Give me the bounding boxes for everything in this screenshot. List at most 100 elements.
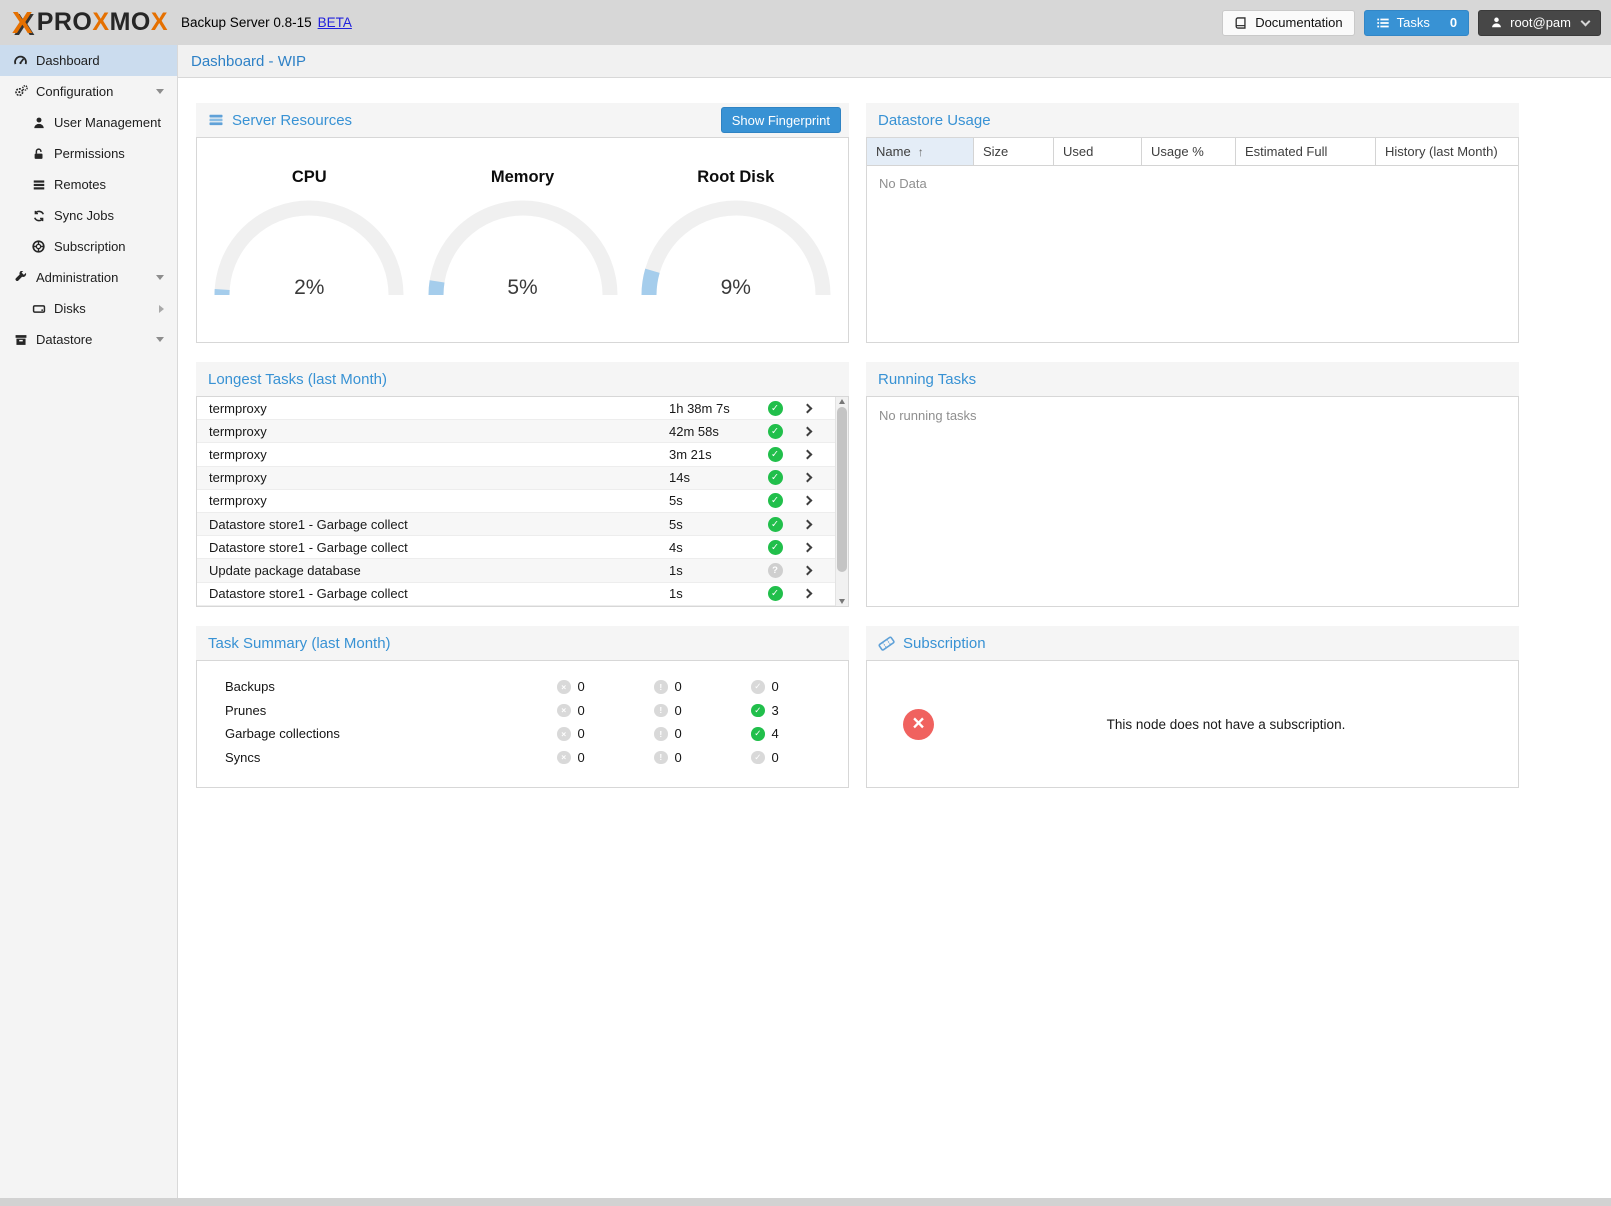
chevron-right-icon[interactable] — [802, 519, 812, 529]
task-row[interactable]: termproxy 1h 38m 7s ✓ — [197, 397, 848, 420]
chevron-right-icon[interactable] — [802, 473, 812, 483]
running-tasks-panel: Running Tasks No running tasks — [866, 362, 1519, 607]
task-row[interactable]: termproxy 3m 21s ✓ — [197, 443, 848, 466]
support-icon — [30, 239, 47, 255]
running-tasks-header: Running Tasks — [866, 362, 1519, 396]
error-count: 0 — [578, 726, 585, 741]
gauge-title: CPU — [208, 168, 410, 187]
sidebar-item-user-management[interactable]: User Management — [0, 107, 177, 138]
task-duration: 5s — [669, 493, 761, 508]
subscription-panel: Subscription × This node does not have a… — [866, 626, 1519, 788]
masthead: X PROXMOX Backup Server 0.8-15 BETA Docu… — [0, 0, 1611, 45]
column-header-name[interactable]: Name ↑ — [867, 138, 974, 165]
task-duration: 5s — [669, 517, 761, 532]
sort-ascending-icon: ↑ — [918, 145, 924, 159]
task-row[interactable]: Datastore store1 - Garbage collect 5s ✓ — [197, 513, 848, 536]
task-row[interactable]: termproxy 5s ✓ — [197, 490, 848, 513]
sidebar-item-label: Permissions — [54, 146, 125, 161]
warning-count-icon: ! — [654, 727, 668, 741]
sidebar-item-remotes[interactable]: Remotes — [0, 169, 177, 200]
sidebar-item-subscription[interactable]: Subscription — [0, 231, 177, 262]
column-header-usage-pct[interactable]: Usage % — [1142, 138, 1236, 165]
chevron-right-icon[interactable] — [802, 450, 812, 460]
sidebar-item-dashboard[interactable]: Dashboard — [0, 45, 177, 76]
task-row[interactable]: termproxy 42m 58s ✓ — [197, 420, 848, 443]
task-name: termproxy — [209, 401, 669, 416]
sidebar-item-disks[interactable]: Disks — [0, 293, 177, 324]
task-status-icon: ✓ — [768, 401, 783, 416]
gauge-title: Root Disk — [635, 168, 837, 187]
summary-row: Garbage collections ×0 !0 ✓4 — [197, 722, 848, 746]
panel-title: Task Summary (last Month) — [208, 635, 391, 652]
tasks-button[interactable]: Tasks 0 — [1364, 10, 1469, 36]
error-count-icon: × — [557, 727, 571, 741]
cpu-gauge: CPU 2% — [208, 168, 410, 303]
ticket-icon — [878, 635, 895, 652]
summary-label: Backups — [225, 679, 557, 694]
sidebar-item-permissions[interactable]: Permissions — [0, 138, 177, 169]
ok-count: 0 — [772, 679, 779, 694]
longest-tasks-panel: Longest Tasks (last Month) termproxy 1h … — [196, 362, 849, 607]
column-header-size[interactable]: Size — [974, 138, 1054, 165]
table-header-row: Name ↑ Size Used Usage % Estimated Full … — [867, 138, 1518, 166]
chevron-right-icon[interactable] — [802, 542, 812, 552]
task-duration: 1h 38m 7s — [669, 401, 761, 416]
warning-count: 0 — [675, 750, 682, 765]
column-label: Used — [1063, 144, 1093, 159]
sidebar-item-configuration[interactable]: Configuration — [0, 76, 177, 107]
chevron-right-icon[interactable] — [802, 426, 812, 436]
caret-right-icon[interactable] — [159, 305, 164, 313]
chevron-right-icon[interactable] — [802, 589, 812, 599]
scroll-up-arrow[interactable] — [839, 399, 845, 404]
task-duration: 4s — [669, 540, 761, 555]
show-fingerprint-button[interactable]: Show Fingerprint — [721, 107, 841, 133]
scroll-down-arrow[interactable] — [839, 599, 845, 604]
summary-row: Backups ×0 !0 ✓0 — [197, 675, 848, 699]
column-label: Usage % — [1151, 144, 1204, 159]
documentation-button[interactable]: Documentation — [1222, 10, 1354, 36]
username-label: root@pam — [1510, 15, 1571, 30]
datastore-icon — [12, 332, 29, 348]
task-name: Datastore store1 - Garbage collect — [209, 586, 669, 601]
content-header: Dashboard - WIP — [178, 45, 1611, 78]
summary-label: Syncs — [225, 750, 557, 765]
scrollbar[interactable] — [835, 397, 848, 606]
column-label: Name — [876, 144, 911, 159]
sidebar-item-label: Sync Jobs — [54, 208, 114, 223]
task-status-icon: ✓ — [768, 517, 783, 532]
no-subscription-icon: × — [903, 709, 934, 740]
task-row[interactable]: Update package database 1s ? — [197, 559, 848, 582]
chevron-right-icon[interactable] — [802, 496, 812, 506]
sidebar-item-label: Subscription — [54, 239, 126, 254]
chevron-right-icon[interactable] — [802, 403, 812, 413]
caret-down-icon[interactable] — [156, 275, 164, 280]
caret-down-icon[interactable] — [156, 89, 164, 94]
task-row[interactable]: termproxy 14s ✓ — [197, 467, 848, 490]
user-menu-button[interactable]: root@pam — [1478, 10, 1601, 36]
task-row[interactable]: Datastore store1 - Garbage collect 4s ✓ — [197, 536, 848, 559]
column-header-used[interactable]: Used — [1054, 138, 1142, 165]
ok-count-icon: ✓ — [751, 751, 765, 765]
error-count-icon: × — [557, 704, 571, 718]
sidebar-item-label: Disks — [54, 301, 86, 316]
caret-down-icon[interactable] — [156, 337, 164, 342]
warning-count-icon: ! — [654, 751, 668, 765]
panel-title: Longest Tasks (last Month) — [208, 371, 387, 388]
chevron-down-icon — [1581, 16, 1591, 26]
task-row[interactable]: Datastore store1 - Garbage collect 1s ✓ — [197, 583, 848, 606]
sidebar-item-administration[interactable]: Administration — [0, 262, 177, 293]
column-header-estimated-full[interactable]: Estimated Full — [1236, 138, 1376, 165]
server-resources-icon — [208, 112, 224, 128]
chevron-right-icon[interactable] — [802, 565, 812, 575]
sidebar-item-sync-jobs[interactable]: Sync Jobs — [0, 200, 177, 231]
task-status-icon: ✓ — [768, 493, 783, 508]
sidebar-item-label: Administration — [36, 270, 118, 285]
beta-link[interactable]: BETA — [318, 15, 352, 30]
memory-gauge: Memory 5% — [422, 168, 624, 303]
no-data-text: No Data — [867, 166, 1518, 201]
sidebar-item-datastore[interactable]: Datastore — [0, 324, 177, 355]
ok-count: 3 — [772, 703, 779, 718]
column-header-history[interactable]: History (last Month) — [1376, 138, 1518, 165]
scrollbar-thumb[interactable] — [837, 407, 847, 572]
wordmark-part: MO — [110, 8, 151, 36]
